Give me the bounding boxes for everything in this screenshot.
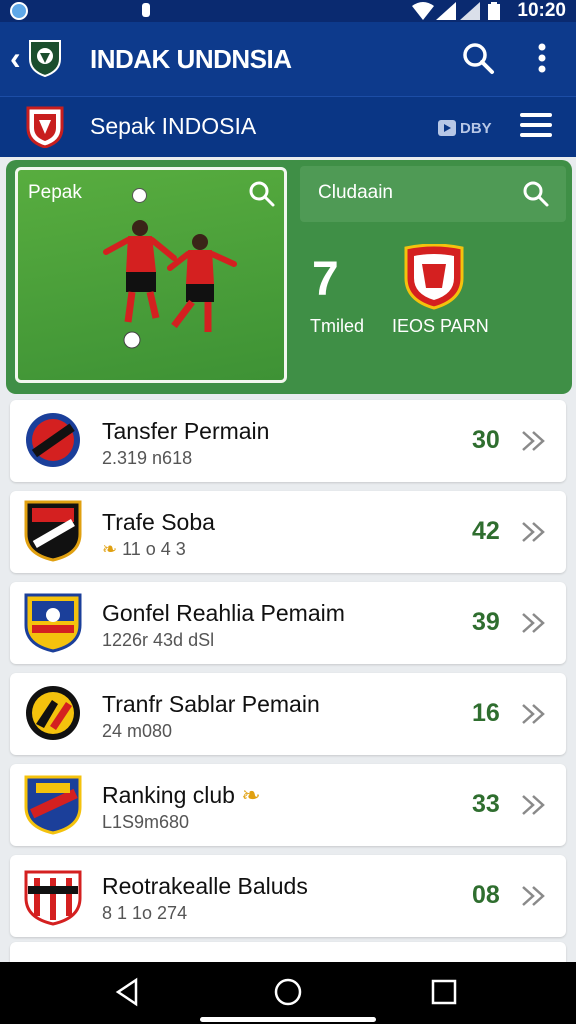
more-options-icon[interactable] xyxy=(528,40,556,76)
list-item-subtitle: L1S9m680 xyxy=(102,812,190,832)
list-item-subtitle: 1226r 43d dSl xyxy=(102,630,215,650)
list-item-subtitle: ❧ 11 o 4 3 xyxy=(102,539,186,560)
list-item-subtitle: 8 1 1o 274 xyxy=(102,903,188,923)
list-item-count: 16 xyxy=(472,699,500,727)
stat-label: Tmiled xyxy=(310,316,365,336)
status-bar: 10:20 xyxy=(0,0,576,22)
club-search-icon[interactable] xyxy=(522,180,550,208)
medal-icon: ❧ xyxy=(234,782,261,808)
section-title: Sepak INDOSIA xyxy=(90,113,257,139)
club-crest-icon xyxy=(24,775,82,835)
back-button[interactable]: ‹ xyxy=(10,40,21,76)
list-item-count: 08 xyxy=(472,881,500,909)
club-search-box[interactable]: Cludaain xyxy=(300,166,566,222)
club-crest-icon xyxy=(24,593,82,653)
recents-nav-icon[interactable] xyxy=(428,976,460,1008)
list-item-title: Reotrakealle Baluds xyxy=(102,873,308,899)
club-crest-icon xyxy=(24,500,82,562)
list-item-subtitle-text: 11 o 4 3 xyxy=(122,539,186,559)
gesture-home-bar[interactable] xyxy=(200,1017,376,1022)
list-item-count: 30 xyxy=(472,426,500,454)
club-search-label: Cludaain xyxy=(318,182,393,203)
app-notification-icon xyxy=(10,2,28,20)
list-item-count: 33 xyxy=(472,790,500,818)
tv-badge[interactable]: DBY xyxy=(438,117,492,139)
chevron-right-icon[interactable] xyxy=(520,519,548,545)
list-item[interactable]: Gonfel Reahlia Pemaim 1226r 43d dSl 39 xyxy=(10,582,566,664)
list-item-subtitle: 24 m080 xyxy=(102,721,173,741)
list-item-title: Tranfr Sablar Pemain xyxy=(102,691,320,717)
notification-icon xyxy=(142,3,150,17)
match-search-icon[interactable] xyxy=(248,180,276,208)
club-name: IEOS PARN xyxy=(392,316,489,336)
battery-icon xyxy=(488,2,500,20)
chevron-right-icon[interactable] xyxy=(520,792,548,818)
stat-number: 7 xyxy=(312,253,339,306)
list-item-title: Tansfer Permain xyxy=(102,418,270,444)
tv-icon xyxy=(438,120,456,136)
football-icon xyxy=(132,188,147,203)
app-title: INDAK UNDNSIA xyxy=(90,44,292,74)
list-item-subtitle: 2.319 n618 xyxy=(102,448,193,468)
tv-label: DBY xyxy=(460,119,492,137)
club-crest-icon xyxy=(26,413,80,467)
list-item[interactable]: Tranfr Sablar Pemain 24 m080 16 xyxy=(10,673,566,755)
list-item-count: 39 xyxy=(472,608,500,636)
list-item-title: Gonfel Reahlia Pemaim xyxy=(102,600,345,626)
list-item[interactable]: Reotrakealle Baluds 8 1 1o 274 08 xyxy=(10,855,566,937)
players-image xyxy=(103,220,237,349)
match-card[interactable]: Pepak xyxy=(15,167,287,383)
list-item[interactable]: Ranking club ❧ L1S9m680 33 xyxy=(10,764,566,846)
section-logo-icon xyxy=(26,106,64,148)
app-bar: ‹ INDAK UNDNSIA xyxy=(0,22,576,96)
chevron-right-icon[interactable] xyxy=(520,428,548,454)
signal-icon xyxy=(436,2,456,20)
list-item-title-text: Ranking club xyxy=(102,782,235,808)
match-card-label: Pepak xyxy=(28,182,82,203)
list-item-title: Trafe Soba xyxy=(102,509,215,535)
club-crest-icon xyxy=(24,870,82,926)
list-item[interactable]: Tansfer Permain 2.319 n618 30 xyxy=(10,400,566,482)
list-item-partial[interactable] xyxy=(10,942,566,964)
medal-icon: ❧ xyxy=(102,539,123,559)
wifi-icon xyxy=(412,2,434,20)
app-logo-icon xyxy=(29,40,61,77)
club-crest-icon xyxy=(26,686,80,740)
status-time: 10:20 xyxy=(517,0,566,21)
search-icon[interactable] xyxy=(460,40,496,76)
section-header-bar: Sepak INDOSIA DBY xyxy=(0,96,576,157)
chevron-right-icon[interactable] xyxy=(520,701,548,727)
club-crest-icon xyxy=(404,244,464,310)
list-item-title: Ranking club ❧ xyxy=(102,782,261,809)
signal-icon-2 xyxy=(460,2,480,20)
chevron-right-icon[interactable] xyxy=(520,610,548,636)
home-nav-icon[interactable] xyxy=(272,976,304,1008)
chevron-right-icon[interactable] xyxy=(520,883,548,909)
hamburger-menu-icon[interactable] xyxy=(520,113,552,139)
back-nav-icon[interactable] xyxy=(112,976,144,1008)
list-item[interactable]: Trafe Soba ❧ 11 o 4 3 42 xyxy=(10,491,566,573)
list-item-count: 42 xyxy=(472,517,500,545)
hero-panel: Pepak Cludaain 7 Tmiled IEOS PARN xyxy=(6,160,572,394)
system-navigation-bar xyxy=(0,962,576,1024)
